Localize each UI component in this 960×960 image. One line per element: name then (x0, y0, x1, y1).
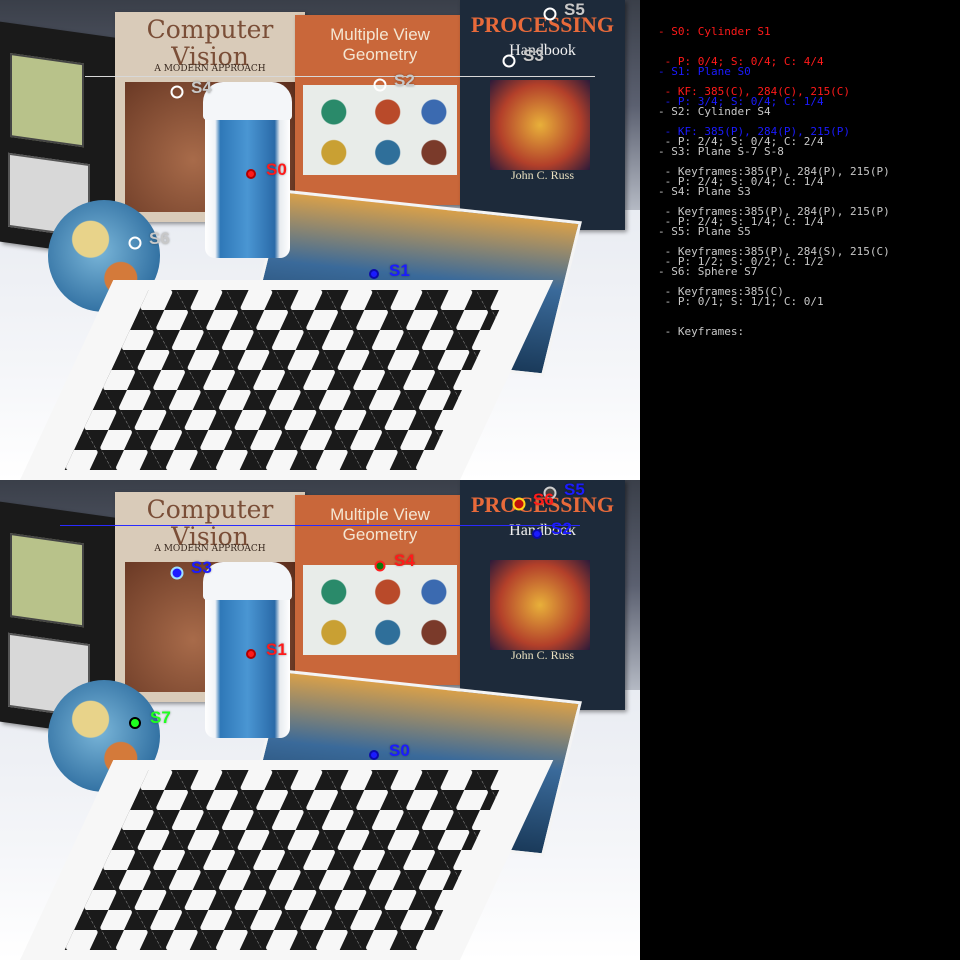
epipolar-line (85, 76, 595, 77)
marker-label-s5: S5 (564, 480, 585, 499)
legend-line: - S6: Sphere S7 (658, 265, 758, 278)
legend-line: - Keyframes: (658, 325, 745, 338)
book-author: John C. Russ (510, 648, 575, 662)
marker-s6[interactable] (128, 236, 142, 250)
marker-label-s0: S0 (389, 741, 410, 760)
marker-label-s6: S6 (533, 490, 554, 509)
epipolar-line (60, 525, 580, 526)
book-image-processing: PROCESSING Handbook John C. Russ (460, 0, 625, 230)
marker-label-s3: S3 (523, 46, 544, 65)
marker-label-s2: S2 (551, 519, 572, 538)
marker-s2[interactable] (532, 529, 542, 539)
legend-panel: - S0: Cylinder S1 - P: 0/4; S: 0/4; C: 4… (640, 0, 960, 960)
bottom-frame: Computer Vision A MODERN APPROACH Multip… (0, 480, 640, 960)
legend-line: - S3: Plane S-7 S-8 (658, 145, 784, 158)
legend-line: - S2: Cylinder S4 (658, 105, 771, 118)
book-image-processing: PROCESSING Handbook John C. Russ (460, 480, 625, 710)
book-title: Computer Vision (146, 495, 274, 551)
marker-s1[interactable] (246, 649, 256, 659)
marker-s3[interactable] (502, 54, 516, 68)
scene-photo: Computer Vision A MODERN APPROACH Multip… (0, 0, 640, 480)
marker-label-s4: S4 (191, 78, 212, 97)
marker-s3[interactable] (170, 566, 184, 580)
marker-s7[interactable] (129, 717, 141, 729)
book-author: John C. Russ (510, 168, 575, 182)
book-subtitle: A MODERN APPROACH (154, 544, 266, 554)
marker-label-s1: S1 (266, 640, 287, 659)
book-multiple-view-geometry: Multiple View Geometry (295, 15, 465, 205)
marker-s5[interactable] (543, 7, 557, 21)
marker-label-s5: S5 (564, 0, 585, 19)
marker-s0[interactable] (246, 169, 256, 179)
legend-line: - S0: Cylinder S1 (658, 25, 771, 38)
marker-s4[interactable] (170, 85, 184, 99)
marker-label-s6: S6 (149, 229, 170, 248)
legend-line: - P: 0/1; S: 1/1; C: 0/1 (658, 295, 824, 308)
marker-s2[interactable] (373, 78, 387, 92)
marker-label-s0: S0 (266, 160, 287, 179)
checkerboard (20, 760, 554, 960)
book-subtitle: A MODERN APPROACH (154, 64, 266, 74)
marker-label-s1: S1 (389, 261, 410, 280)
book-title: Multiple View Geometry (330, 25, 430, 64)
book-multiple-view-geometry: Multiple View Geometry (295, 495, 465, 685)
legend-line: - S4: Plane S3 (658, 185, 751, 198)
legend-entry-s6: - S6: Sphere S7 - P: 0/1; S: 1/1; C: 0/1… (658, 247, 824, 357)
legend-line: - S1: Plane S0 (658, 65, 751, 78)
book-title: PROCESSING (470, 12, 615, 37)
top-frame: Computer Vision A MODERN APPROACH Multip… (0, 0, 640, 480)
marker-s0[interactable] (369, 750, 379, 760)
marker-label-s4: S4 (394, 551, 415, 570)
marker-s6[interactable] (512, 497, 526, 511)
checkerboard (20, 280, 554, 480)
marker-label-s3: S3 (191, 558, 212, 577)
marker-label-s7: S7 (150, 708, 171, 727)
scene-photo: Computer Vision A MODERN APPROACH Multip… (0, 480, 640, 960)
book-title: Computer Vision (146, 15, 274, 71)
marker-s4[interactable] (374, 560, 386, 572)
marker-label-s2: S2 (394, 71, 415, 90)
marker-s1[interactable] (369, 269, 379, 279)
legend-line: - S5: Plane S5 (658, 225, 751, 238)
